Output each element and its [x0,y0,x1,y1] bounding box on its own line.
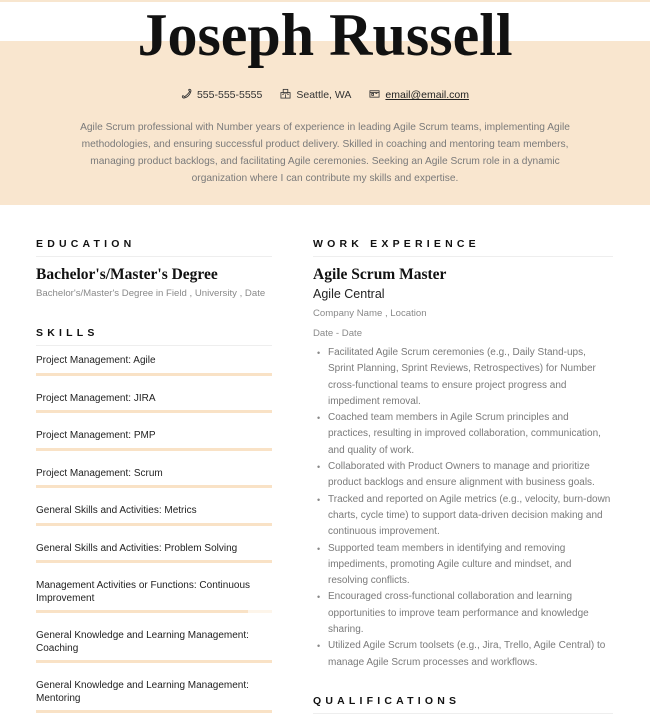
degree-detail: Bachelor's/Master's Degree in Field , Un… [36,288,266,299]
job-bullet: Supported team members in identifying an… [313,541,613,590]
skill-item: General Skills and Activities: Problem S… [36,542,272,563]
skill-item: General Knowledge and Learning Managemen… [36,630,272,663]
skill-level-fill [36,610,249,613]
contact-phone: 555-555-5555 [181,88,262,102]
qualifications-heading: QUALIFICATIONS [313,695,613,714]
skills-list: Project Management: Agile Project Managem… [36,355,272,713]
skill-level-bar [36,372,272,376]
skill-label: General Knowledge and Learning Managemen… [36,680,249,704]
skill-item: General Skills and Activities: Metrics [36,505,272,526]
job-bullets: Facilitated Agile Scrum ceremonies (e.g.… [313,345,613,671]
skill-level-fill [36,522,272,526]
skill-label: Project Management: Scrum [36,467,163,479]
skill-item: Project Management: Agile [36,355,272,376]
skill-item: Management Activities or Functions: Cont… [36,580,272,613]
profile-summary: Agile Scrum professional with Number yea… [80,122,570,184]
job-dates: Date - Date [313,328,363,339]
job-bullet: Utilized Agile Scrum toolsets (e.g., Jir… [313,638,613,671]
skill-level-fill [36,710,272,713]
skill-level-fill [36,560,272,563]
candidate-name: Joseph Russell [137,2,513,68]
skill-label: Management Activities or Functions: Cont… [36,580,250,604]
job-bullet: Tracked and reported on Agile metrics (e… [313,492,613,541]
phone-number: 555-555-5555 [196,89,263,101]
skill-label: Project Management: PMP [36,430,156,441]
contact-email[interactable]: email@email.com [369,88,469,102]
skill-label: Project Management: Agile [36,355,156,366]
job-bullet: Facilitated Agile Scrum ceremonies (e.g.… [313,345,613,410]
skill-level-fill [36,410,272,413]
job-bullet: Coached team members in Agile Scrum prin… [313,410,613,459]
skill-level-bar [36,522,272,526]
skill-level-bar [36,610,272,613]
building-icon [280,88,291,102]
skill-label: Project Management: JIRA [36,392,156,404]
skill-level-bar [36,560,272,563]
skill-item: General Knowledge and Learning Managemen… [36,680,272,713]
skill-label: General Knowledge and Learning Managemen… [36,630,249,654]
phone-icon [181,88,192,102]
degree-title: Bachelor's/Master's Degree [36,266,218,283]
skill-label: General Skills and Activities: Problem S… [36,542,238,554]
company-location: Company Name , Location [313,308,427,319]
job-title: Agile Scrum Master [313,266,447,283]
contact-location: Seattle, WA [280,88,351,102]
company-name: Agile Central [313,287,385,301]
skill-level-fill [36,447,272,451]
location-text: Seattle, WA [296,89,352,101]
skills-heading: SKILLS [36,327,272,346]
skill-item: Project Management: Scrum [36,467,272,488]
skill-item: Project Management: PMP [36,430,272,451]
skill-item: Project Management: JIRA [36,392,272,413]
skill-label: General Skills and Activities: Metrics [36,505,197,516]
skill-level-fill [36,372,272,376]
skill-level-fill [36,485,272,488]
right-column: WORK EXPERIENCE Agile Scrum Master Agile… [313,238,613,714]
contact-info: 555-555-5555 Seattle, WA email@email.com [0,88,650,102]
skill-level-bar [36,485,272,488]
skill-level-fill [36,660,272,663]
skill-level-bar [36,410,272,413]
skill-level-bar [36,660,272,663]
skill-level-bar [36,710,272,713]
job-bullet: Collaborated with Product Owners to mana… [313,459,613,492]
job-bullet: Encouraged cross-functional collaboratio… [313,589,613,638]
education-heading: EDUCATION [36,238,272,257]
left-column: EDUCATION Bachelor's/Master's Degree Bac… [36,238,272,713]
skill-level-bar [36,447,272,451]
work-experience-heading: WORK EXPERIENCE [313,238,613,257]
email-link[interactable]: email@email.com [385,89,469,101]
envelope-icon [369,88,380,102]
